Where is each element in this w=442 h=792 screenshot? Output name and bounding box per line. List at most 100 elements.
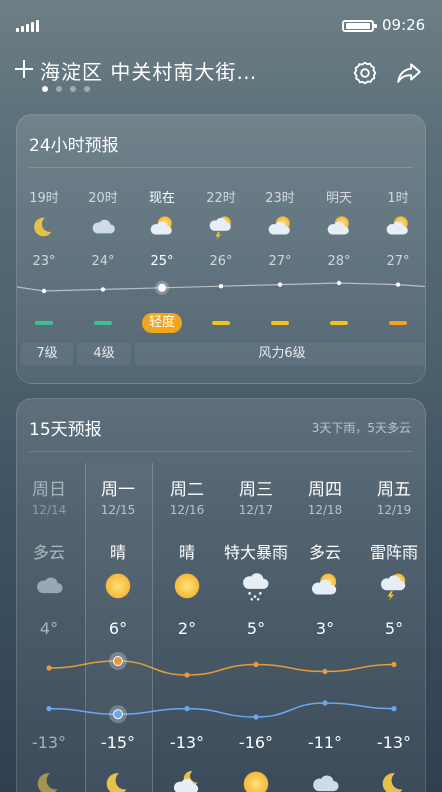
wind-row: 7级 4级 风力6级 [19,343,425,365]
high-temp-point [184,672,190,678]
day-high-temp: 5° [384,619,404,638]
hour-point [277,282,283,287]
partly-cloudy-sun-icon [309,571,341,603]
wind-cell: 7级 [21,343,73,365]
day-condition: 晴 [178,543,195,562]
hour-label: 明天 [325,191,352,206]
share-icon[interactable] [396,60,422,86]
hour-label: 现在 [148,191,175,206]
hour-temp: 28° [327,254,351,269]
day-name: 周日 [32,480,66,500]
day-date: 12/17 [238,503,274,517]
signal-icon [16,20,39,32]
divider [29,167,413,168]
aqi-bar [212,321,230,325]
day-name: 周三 [239,480,273,500]
hour-point [41,288,47,294]
hour-point [336,280,342,286]
hour-temp: 25° [150,254,174,269]
aqi-bar [271,321,289,325]
moon-icon [33,769,65,792]
low-temp-point [253,714,259,720]
divider [29,451,413,452]
page-dot[interactable] [84,86,90,92]
day-name: 周五 [377,480,411,500]
low-temp-point [391,706,397,712]
sun-icon [102,571,134,603]
page-indicator [42,86,90,92]
day-name: 周一 [101,480,135,500]
partly-cloudy-sun-icon [147,214,177,242]
status-bar: 09:26 [0,0,442,48]
hour-label: 1时 [387,191,409,206]
battery-icon [342,20,377,32]
cloud-icon [33,571,65,603]
day-low-temp: -13° [31,733,67,752]
day-date: 12/15 [100,503,136,517]
wind-cell: 风力6级 [135,343,425,365]
page-dot[interactable] [70,86,76,92]
gear-icon[interactable] [352,60,378,86]
hourly-curve [17,282,425,292]
hour-point [395,282,401,287]
high-temp-point [391,661,397,668]
day-condition: 晴 [109,543,126,562]
day-low-temp: -13° [376,733,412,752]
cloud-icon [309,769,341,792]
aqi-bar [330,321,348,325]
sun-icon [240,769,272,792]
thunderstorm-icon [378,571,410,603]
hour-point [100,287,106,292]
low-temp-point [322,700,328,706]
day-date: 12/18 [307,503,343,517]
partly-cloudy-moon-icon [171,769,203,792]
now-point [158,283,166,292]
add-location-icon[interactable] [14,56,34,82]
day-low-temp: -11° [307,733,343,752]
day-date: 12/16 [169,503,205,517]
day-high-temp: 5° [246,619,266,638]
hour-temp: 27° [386,254,410,269]
hour-point [218,284,224,289]
day-condition: 多云 [308,543,341,562]
partly-cloudy-sun-icon [324,214,354,242]
hour-temp: 26° [209,254,233,269]
hourly-forecast-card: 24小时预报 19时 23° 20时 24° 现在 25° 轻度 22时 26° 23时 27° 明天… [16,114,426,384]
hour-label: 19时 [29,191,59,206]
moon-icon [378,769,410,792]
page-dot[interactable] [42,86,48,92]
day-low-temp: -16° [238,733,274,752]
aqi-badge: 轻度 [142,313,182,333]
location-title[interactable]: 海淀区 中关村南大街… [40,56,257,85]
thunderstorm-icon [206,214,236,242]
hour-label: 22时 [206,191,236,206]
low-temp-point [46,706,52,712]
partly-cloudy-sun-icon [383,214,413,242]
day-name: 周四 [308,480,342,500]
hour-temp: 27° [268,254,292,269]
daily-title: 15天预报 [29,420,102,440]
cloud-icon [88,214,118,242]
hour-temp: 24° [91,254,115,269]
daily-summary[interactable]: 3天下雨，5天多云 [312,419,411,436]
wind-cell: 4级 [77,343,131,365]
day-name: 周二 [170,480,204,500]
sun-icon [171,571,203,603]
hour-temp: 23° [32,254,56,269]
high-temp-point [253,661,259,668]
daily-forecast-card: 15天预报 3天下雨，5天多云 周日 12/14 多云 4° -13° 周一 12/15 晴 6… [16,398,426,792]
moon-icon [102,769,134,792]
moon-icon [29,214,59,242]
page-dot[interactable] [56,86,62,92]
day-date: 12/19 [376,503,412,517]
aqi-bar [94,321,112,325]
low-temp-point [184,706,190,712]
day-low-temp: -13° [169,733,205,752]
day-high-temp: 4° [39,619,59,638]
hour-label: 23时 [265,191,295,206]
aqi-bar [35,321,53,325]
status-time: 09:26 [382,16,426,34]
partly-cloudy-sun-icon [265,214,295,242]
high-temp-point [322,668,328,675]
now-point-halo [155,280,169,295]
